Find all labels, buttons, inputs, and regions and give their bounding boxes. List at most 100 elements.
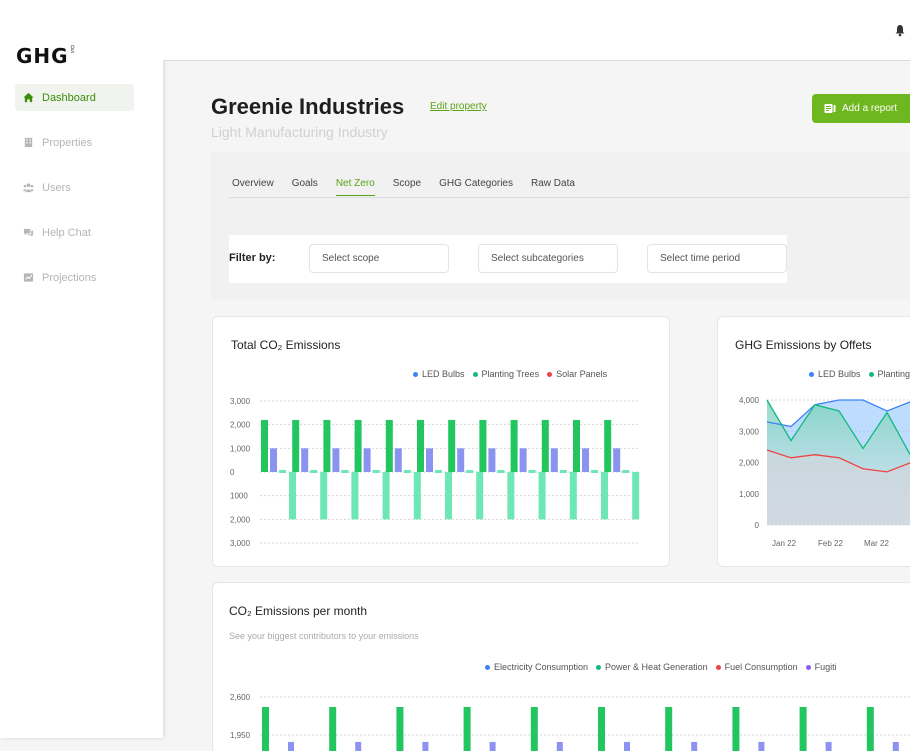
- add-report-button[interactable]: Add a report: [812, 94, 910, 123]
- logo[interactable]: GHG OS: [16, 44, 75, 68]
- sidebar-item-properties[interactable]: Properties: [15, 129, 134, 156]
- page-subtitle: Light Manufacturing Industry: [211, 124, 388, 140]
- tab-scope[interactable]: Scope: [393, 178, 421, 196]
- scope-select[interactable]: Select scope: [309, 244, 449, 273]
- y-tick-label: 3,000: [230, 397, 251, 406]
- projections-icon: [23, 272, 34, 283]
- bar: [528, 470, 536, 473]
- bar: [550, 448, 558, 472]
- sidebar-item-label: Users: [42, 181, 71, 194]
- sidebar-item-dashboard[interactable]: Dashboard: [15, 84, 134, 111]
- bar: [758, 741, 765, 751]
- bar: [396, 707, 404, 751]
- bar: [799, 707, 807, 751]
- sidebar-item-label: Properties: [42, 136, 93, 149]
- legend-label: LED Bulbs: [818, 369, 861, 379]
- offsets-title: GHG Emissions by Offets: [735, 338, 872, 352]
- bar: [385, 419, 393, 472]
- bar: [262, 707, 269, 751]
- monthly-emissions-subtitle: See your biggest contributors to your em…: [229, 631, 419, 641]
- legend-label: Solar Panels: [556, 369, 608, 379]
- time-period-select[interactable]: Select time period: [647, 244, 787, 273]
- bar: [426, 448, 433, 472]
- bar: [261, 419, 268, 472]
- total-emissions-legend: LED Bulbs Planting Trees Solar Panels: [405, 369, 607, 379]
- legend-dot: [596, 664, 602, 670]
- tabs-divider: [229, 197, 910, 198]
- y-tick-label: 2,000: [230, 421, 251, 430]
- x-tick-label: Jan 22: [772, 539, 797, 548]
- y-tick-label: 0: [755, 521, 760, 530]
- sidebar-item-users[interactable]: Users: [15, 174, 134, 201]
- bar: [332, 448, 340, 472]
- tab-goals[interactable]: Goals: [292, 178, 318, 196]
- chat-icon: [23, 227, 34, 238]
- y-tick-label: 1,000: [230, 444, 251, 453]
- y-tick-label: 2,000: [230, 515, 251, 524]
- building-icon: [23, 137, 34, 148]
- tab-overview[interactable]: Overview: [232, 178, 274, 196]
- bar: [665, 707, 673, 751]
- logo-subtext: OS: [70, 45, 75, 55]
- legend-item: Fugiti: [805, 662, 837, 672]
- bar: [382, 472, 390, 520]
- bar: [394, 448, 402, 472]
- y-tick-label: 1000: [230, 492, 248, 501]
- sidebar-item-label: Help Chat: [42, 226, 91, 239]
- sidebar-nav: Dashboard Properties Users Help Chat Pro…: [15, 84, 134, 309]
- y-tick-label: 0: [230, 468, 235, 477]
- bar: [732, 707, 740, 751]
- monthly-emissions-chart: 2,600 1,950: [230, 693, 910, 751]
- bar: [448, 419, 456, 472]
- legend-label: Power & Heat Generation: [605, 662, 708, 672]
- bar: [329, 707, 337, 751]
- legend-dot: [868, 371, 874, 377]
- bar: [372, 470, 380, 473]
- bar: [601, 472, 608, 520]
- legend-label: Planting Trees: [481, 369, 540, 379]
- bar: [403, 470, 411, 473]
- tab-bar: Overview Goals Net Zero Scope GHG Catego…: [232, 178, 593, 196]
- bar: [323, 419, 331, 472]
- bar: [488, 448, 496, 472]
- bar: [569, 472, 577, 520]
- tab-ghg-categories[interactable]: GHG Categories: [439, 178, 513, 196]
- logo-text: GHG: [16, 44, 69, 68]
- bar: [320, 472, 328, 520]
- sidebar-item-help-chat[interactable]: Help Chat: [15, 219, 134, 246]
- y-tick-label: 2,600: [230, 693, 251, 702]
- bar: [279, 470, 286, 473]
- bar: [624, 741, 630, 751]
- bar: [476, 472, 484, 520]
- x-tick-label: Feb 22: [818, 539, 843, 548]
- subcategories-select[interactable]: Select subcategories: [478, 244, 618, 273]
- bar: [622, 470, 630, 473]
- bar: [559, 470, 567, 473]
- page-title: Greenie Industries: [211, 94, 405, 119]
- bar: [466, 470, 474, 473]
- legend-label: Planting Trees: [877, 369, 910, 379]
- tab-net-zero[interactable]: Net Zero: [335, 178, 375, 196]
- bar: [301, 448, 309, 472]
- monthly-emissions-title: CO₂ Emissions per month: [229, 604, 368, 618]
- monthly-emissions-legend: Electricity Consumption Power & Heat Gen…: [477, 662, 837, 672]
- bell-icon[interactable]: [894, 24, 906, 37]
- y-tick-label: 4,000: [739, 396, 760, 405]
- legend-item: LED Bulbs: [413, 369, 465, 379]
- sidebar-item-projections[interactable]: Projections: [15, 264, 134, 291]
- tab-raw-data[interactable]: Raw Data: [531, 178, 575, 196]
- bar: [530, 707, 538, 751]
- bar: [445, 472, 452, 520]
- legend-label: LED Bulbs: [422, 369, 465, 379]
- legend-item: Solar Panels: [547, 369, 607, 379]
- edit-property-link[interactable]: Edit property: [430, 101, 487, 112]
- report-icon: [824, 104, 836, 113]
- bar: [598, 707, 605, 751]
- bar: [591, 470, 598, 473]
- bar: [417, 419, 424, 472]
- y-tick-label: 3,000: [230, 539, 251, 548]
- bar: [341, 470, 349, 473]
- legend-item: Electricity Consumption: [485, 662, 588, 672]
- bar: [497, 470, 505, 473]
- bar: [582, 448, 589, 472]
